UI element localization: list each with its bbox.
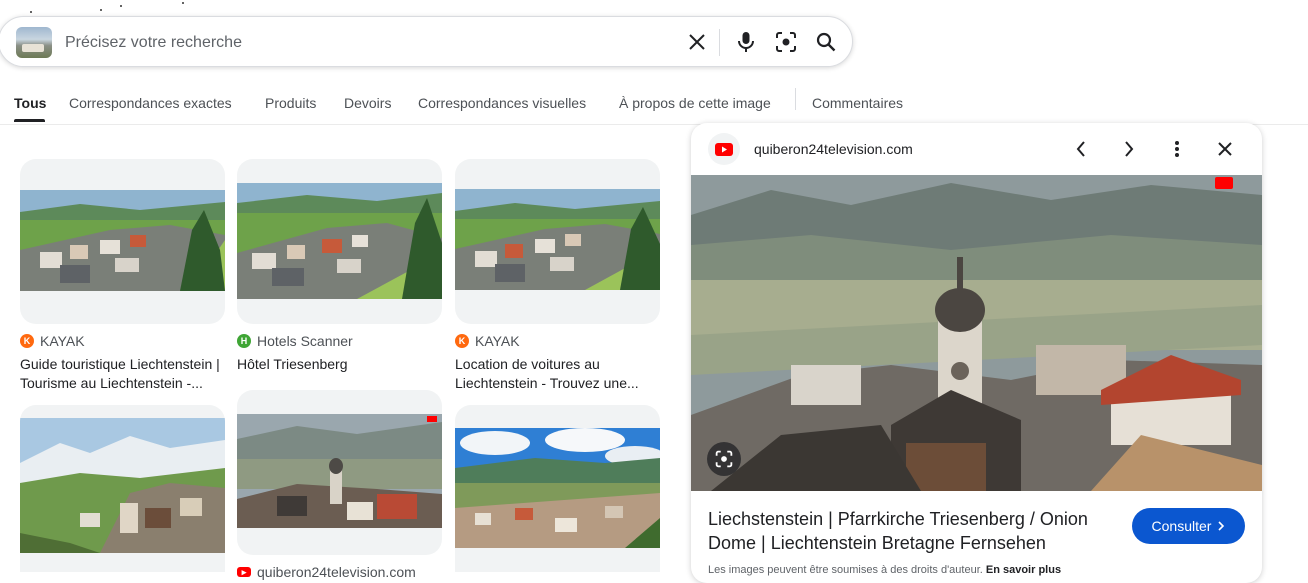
panel-title[interactable]: Liechstenstein | Pfarrkirche Triesenberg…: [708, 507, 1108, 555]
result-source[interactable]: H Hotels Scanner: [237, 333, 442, 349]
result-source-label: quiberon24television.com: [257, 564, 416, 580]
result-source-label: KAYAK: [40, 333, 85, 349]
tab-exact-matches[interactable]: Correspondances exactes: [69, 95, 232, 111]
tabs-bar: Tous Correspondances exactes Produits De…: [0, 88, 1308, 125]
tab-separator: [795, 88, 796, 110]
consult-button[interactable]: Consulter: [1132, 508, 1245, 544]
result-title[interactable]: Location de voitures au Liechtenstein - …: [455, 355, 660, 393]
result-thumbnail[interactable]: [455, 159, 660, 324]
result-source[interactable]: K KAYAK: [455, 333, 660, 349]
copyright-notice: Les images peuvent être soumises à des d…: [708, 564, 1061, 576]
image-detail-panel: quiberon24television.com Liechstenstein …: [691, 123, 1262, 583]
tab-homework[interactable]: Devoirs: [344, 95, 391, 111]
panel-site-name[interactable]: quiberon24television.com: [754, 141, 913, 157]
result-card[interactable]: ▸ quiberon24television.com: [237, 390, 442, 580]
result-thumbnail[interactable]: [20, 159, 225, 324]
microphone-icon[interactable]: [733, 29, 759, 55]
search-divider: [719, 29, 720, 56]
lens-search-icon[interactable]: [707, 442, 741, 476]
kayak-icon: K: [20, 334, 34, 348]
clear-icon[interactable]: [684, 29, 710, 55]
tab-feedback[interactable]: Commentaires: [812, 95, 903, 111]
result-thumbnail[interactable]: [455, 405, 660, 572]
copyright-text: Les images peuvent être soumises à des d…: [708, 564, 983, 576]
previous-icon[interactable]: [1068, 136, 1094, 162]
result-title[interactable]: Guide touristique Liechtenstein | Touris…: [20, 355, 225, 393]
more-options-icon[interactable]: [1164, 136, 1190, 162]
result-title[interactable]: Hôtel Triesenberg: [237, 355, 442, 374]
hotels-scanner-icon: H: [237, 334, 251, 348]
result-source-label: KAYAK: [475, 333, 520, 349]
chevron-right-icon: [1218, 521, 1225, 531]
youtube-icon: [708, 133, 740, 165]
result-card[interactable]: [20, 405, 225, 572]
tab-all[interactable]: Tous: [14, 95, 46, 111]
result-card[interactable]: K KAYAK Guide touristique Liechtenstein …: [20, 159, 225, 393]
panel-main-image[interactable]: [691, 175, 1262, 491]
lens-icon[interactable]: [773, 29, 799, 55]
search-image-thumbnail[interactable]: [16, 27, 52, 58]
learn-more-link[interactable]: En savoir plus: [986, 564, 1061, 576]
panel-header: quiberon24television.com: [691, 123, 1262, 175]
consult-label: Consulter: [1151, 518, 1212, 534]
tab-visual-matches[interactable]: Correspondances visuelles: [418, 95, 586, 111]
tab-products[interactable]: Produits: [265, 95, 316, 111]
search-input[interactable]: [63, 17, 667, 68]
active-tab-indicator: [14, 119, 45, 122]
result-source[interactable]: ▸ quiberon24television.com: [237, 564, 442, 580]
result-card[interactable]: H Hotels Scanner Hôtel Triesenberg: [237, 159, 442, 374]
search-icon[interactable]: [813, 29, 839, 55]
decorative-dots: [30, 0, 200, 14]
result-thumbnail[interactable]: [237, 390, 442, 555]
youtube-icon: ▸: [237, 567, 251, 577]
result-thumbnail[interactable]: [20, 405, 225, 572]
result-source-label: Hotels Scanner: [257, 333, 353, 349]
result-thumbnail[interactable]: [237, 159, 442, 324]
result-source[interactable]: K KAYAK: [20, 333, 225, 349]
result-card[interactable]: K KAYAK Location de voitures au Liechten…: [455, 159, 660, 393]
kayak-icon: K: [455, 334, 469, 348]
close-icon[interactable]: [1212, 136, 1238, 162]
tab-about-image[interactable]: À propos de cette image: [619, 95, 771, 111]
search-bar: [0, 16, 853, 68]
next-icon[interactable]: [1116, 136, 1142, 162]
result-card[interactable]: [455, 405, 660, 572]
